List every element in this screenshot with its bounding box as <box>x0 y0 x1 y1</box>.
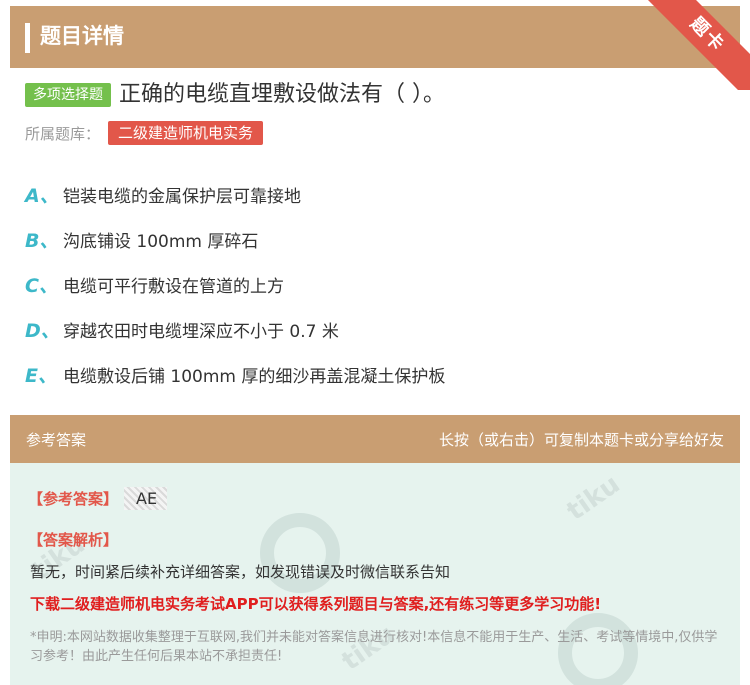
option-letter: E、 <box>25 365 57 387</box>
option-letter: A、 <box>25 185 59 207</box>
page-title: 题目详情 <box>40 24 124 48</box>
watermark-text: tiku <box>561 469 626 527</box>
answer-label: 【参考答案】 <box>28 490 119 508</box>
option-c[interactable]: C、 电缆可平行敷设在管道的上方 <box>25 262 445 307</box>
answer-body: tiku tiku tiku 【参考答案】 AE 【答案解析】 暂无，时间紧后续… <box>10 463 740 685</box>
answer-line: 【参考答案】 AE <box>28 487 168 510</box>
option-d[interactable]: D、 穿越农田时电缆埋深应不小于 0.7 米 <box>25 307 445 352</box>
option-letter: D、 <box>25 320 60 342</box>
ribbon-corner: 题卡 <box>640 0 750 90</box>
option-text: 沟底铺设 100mm 厚碎石 <box>63 232 259 252</box>
question-card-ribbon[interactable]: 题卡 <box>640 0 750 90</box>
option-letter: B、 <box>25 230 59 252</box>
source-row: 所属题库： 二级建造师机电实务 <box>25 121 264 145</box>
disclaimer-notice: *申明:本网站数据收集整理于互联网,我们并未能对答案信息进行核对!本信息不能用于… <box>30 630 718 664</box>
option-text: 穿越农田时电缆埋深应不小于 0.7 米 <box>63 322 339 342</box>
question-type-badge: 多项选择题 <box>25 83 111 107</box>
answer-value: AE <box>124 487 168 510</box>
analysis-text: 暂无，时间紧后续补充详细答案，如发现错误及时微信联系告知 <box>30 563 451 581</box>
options-list: A、 铠装电缆的金属保护层可靠接地 B、 沟底铺设 100mm 厚碎石 C、 电… <box>25 172 445 397</box>
option-text: 铠装电缆的金属保护层可靠接地 <box>63 187 301 207</box>
analysis-label: 【答案解析】 <box>28 531 119 549</box>
option-letter: C、 <box>25 275 58 297</box>
source-badge[interactable]: 二级建造师机电实务 <box>108 121 264 145</box>
detail-header: 题目详情 <box>10 6 740 68</box>
answer-header: 参考答案 长按（或右击）可复制本题卡或分享给好友 <box>10 415 740 463</box>
question-row: 多项选择题 正确的电缆直埋敷设做法有（ ）。 <box>25 80 445 110</box>
question-text: 正确的电缆直埋敷设做法有（ ）。 <box>119 82 445 107</box>
app-download-promo[interactable]: 下载二级建造师机电实务考试APP可以获得系列题目与答案,还有练习等更多学习功能! <box>30 593 601 614</box>
option-b[interactable]: B、 沟底铺设 100mm 厚碎石 <box>25 217 445 262</box>
share-hint: 长按（或右击）可复制本题卡或分享给好友 <box>438 430 724 449</box>
option-text: 电缆敷设后铺 100mm 厚的细沙再盖混凝土保护板 <box>63 367 446 387</box>
source-label: 所属题库： <box>25 124 101 143</box>
option-a[interactable]: A、 铠装电缆的金属保护层可靠接地 <box>25 172 445 217</box>
option-e[interactable]: E、 电缆敷设后铺 100mm 厚的细沙再盖混凝土保护板 <box>25 352 445 397</box>
answer-section-title: 参考答案 <box>26 430 87 449</box>
option-text: 电缆可平行敷设在管道的上方 <box>63 277 284 297</box>
header-accent-bar <box>25 23 30 53</box>
